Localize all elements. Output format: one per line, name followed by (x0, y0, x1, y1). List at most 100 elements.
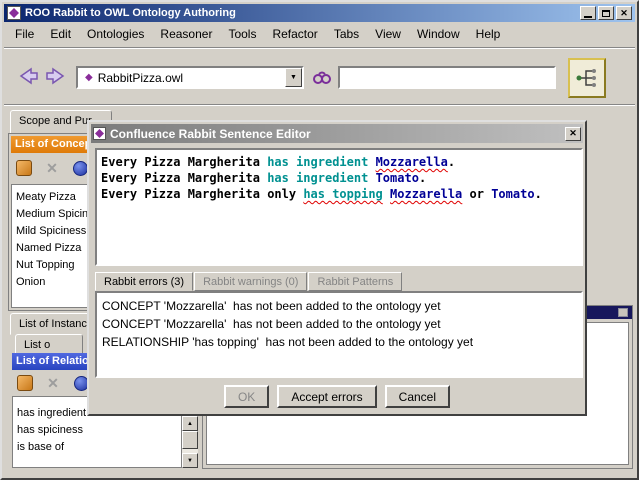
dialog-icon (93, 127, 106, 140)
error-row[interactable]: CONCEPT 'Mozzarella' has not been added … (102, 297, 576, 315)
maximize-icon (602, 9, 610, 17)
tab-rabbit-patterns[interactable]: Rabbit Patterns (308, 272, 403, 291)
sentence-editor-dialog: Confluence Rabbit Sentence Editor ✕ Ever… (87, 120, 587, 416)
sentence-line: Every Pizza Margherita has ingredient Mo… (101, 154, 577, 170)
token-rel: has ingredient (267, 155, 369, 169)
menu-window[interactable]: Window (409, 24, 468, 44)
dialog-button-accept-errors[interactable]: Accept errors (277, 385, 377, 408)
menu-tabs[interactable]: Tabs (326, 24, 367, 44)
info-icon (72, 160, 88, 176)
close-button[interactable]: ✕ (616, 6, 632, 20)
add-relation-icon (17, 375, 33, 391)
token-txt: . (418, 171, 427, 185)
errors-list: CONCEPT 'Mozzarella' has not been added … (95, 291, 583, 378)
token-con: Mozzarella (375, 155, 448, 169)
tab-rabbit-errors-3-[interactable]: Rabbit errors (3) (95, 272, 194, 291)
relations-toolbar: ✕ (14, 372, 92, 394)
concepts-toolbar: ✕ (13, 157, 91, 179)
ontology-selector[interactable]: ◆ RabbitPizza.owl ▼ (76, 66, 304, 89)
chevron-down-icon: ▼ (290, 74, 297, 81)
delete-concept-button[interactable]: ✕ (41, 157, 63, 179)
search-icon (312, 70, 332, 91)
separator (4, 47, 635, 49)
menu-bar: File Edit Ontologies Reasoner Tools Refactor T… (4, 22, 635, 46)
dialog-button-row: OK Accept errors Cancel (89, 385, 585, 408)
dialog-button-ok[interactable]: OK (223, 385, 270, 408)
token-txt: Pizza Margherita (144, 155, 268, 169)
error-row[interactable]: RELATIONSHIP 'has topping' has not been … (102, 333, 576, 351)
scrollbar-thumb[interactable] (182, 431, 198, 449)
add-concept-icon (16, 160, 32, 176)
scroll-down-icon: ▼ (187, 457, 193, 464)
close-icon: ✕ (569, 128, 577, 138)
relations-scrollbar[interactable]: ▲ ▼ (182, 416, 198, 468)
token-txt: . (447, 155, 456, 169)
window-controls: ✕ (580, 6, 632, 20)
app-icon (7, 6, 21, 20)
token-kw: Every (101, 187, 145, 201)
menu-help[interactable]: Help (468, 24, 509, 44)
token-rel: has topping (303, 187, 383, 201)
relation-item[interactable]: has spiciness (13, 422, 181, 439)
menu-file[interactable]: File (7, 24, 42, 44)
window-titlebar[interactable]: ROO Rabbit to OWL Ontology Authoring ✕ (4, 4, 635, 22)
tab-list-of[interactable]: List o (15, 334, 83, 354)
app-window: ROO Rabbit to OWL Ontology Authoring ✕ F… (0, 0, 639, 480)
scroll-down-button[interactable]: ▼ (182, 453, 198, 468)
detach-icon[interactable] (618, 308, 628, 317)
token-txt: . (534, 187, 542, 201)
dialog-tab-strip: Rabbit errors (3) Rabbit warnings (0) Rabb… (95, 272, 403, 291)
dialog-titlebar[interactable]: Confluence Rabbit Sentence Editor ✕ (91, 124, 583, 143)
token-con: Mozzarella (390, 187, 463, 201)
menu-ontologies[interactable]: Ontologies (79, 24, 152, 44)
separator (4, 104, 635, 106)
dropdown-arrow-icon[interactable]: ▼ (285, 68, 302, 87)
tab-rabbit-warnings-0-[interactable]: Rabbit warnings (0) (194, 272, 308, 291)
minimize-icon (584, 15, 592, 18)
close-icon: ✕ (620, 7, 628, 18)
token-txt: Pizza Margherita (144, 171, 268, 185)
sentence-editor-textarea[interactable]: Every Pizza Margherita has ingredient Mo… (95, 148, 583, 266)
ontology-selector-value: RabbitPizza.owl (97, 70, 184, 85)
maximize-button[interactable] (598, 6, 614, 20)
menu-tools[interactable]: Tools (220, 24, 264, 44)
menu-reasoner[interactable]: Reasoner (152, 24, 220, 44)
hierarchy-icon (576, 69, 596, 87)
search-input[interactable] (338, 66, 556, 89)
forward-button[interactable] (44, 66, 68, 89)
menu-edit[interactable]: Edit (42, 24, 79, 44)
menu-refactor[interactable]: Refactor (264, 24, 325, 44)
token-rel: has ingredient (267, 171, 369, 185)
token-con: Tomato (491, 187, 535, 201)
sentence-line: Every Pizza Margherita only has topping … (101, 186, 577, 202)
minimize-button[interactable] (580, 6, 596, 20)
error-row[interactable]: CONCEPT 'Mozzarella' has not been added … (102, 315, 576, 333)
scroll-up-icon: ▲ (187, 420, 193, 427)
relation-item[interactable]: is base of (13, 439, 181, 456)
dialog-button-cancel[interactable]: Cancel (384, 385, 451, 408)
dialog-close-button[interactable]: ✕ (565, 126, 581, 141)
delete-icon: ✕ (47, 375, 59, 391)
token-kw: or (469, 187, 484, 201)
dialog-title: Confluence Rabbit Sentence Editor (110, 126, 311, 141)
menu-view[interactable]: View (367, 24, 409, 44)
back-button[interactable] (16, 66, 40, 89)
window-title: ROO Rabbit to OWL Ontology Authoring (25, 7, 236, 19)
sentence-line: Every Pizza Margherita has ingredient To… (101, 170, 577, 186)
add-concept-button[interactable] (13, 157, 35, 179)
token-kw: only (267, 187, 304, 201)
ontology-icon: ◆ (85, 72, 93, 83)
token-kw: Every (101, 171, 145, 185)
delete-icon: ✕ (46, 160, 58, 176)
token-kw: Every (101, 155, 145, 169)
token-txt: Pizza Margherita (144, 187, 268, 201)
token-con: Tomato (375, 171, 419, 185)
add-relation-button[interactable] (14, 372, 36, 394)
delete-relation-button[interactable]: ✕ (42, 372, 64, 394)
scroll-up-button[interactable]: ▲ (182, 416, 198, 431)
hierarchy-button[interactable] (568, 58, 606, 98)
